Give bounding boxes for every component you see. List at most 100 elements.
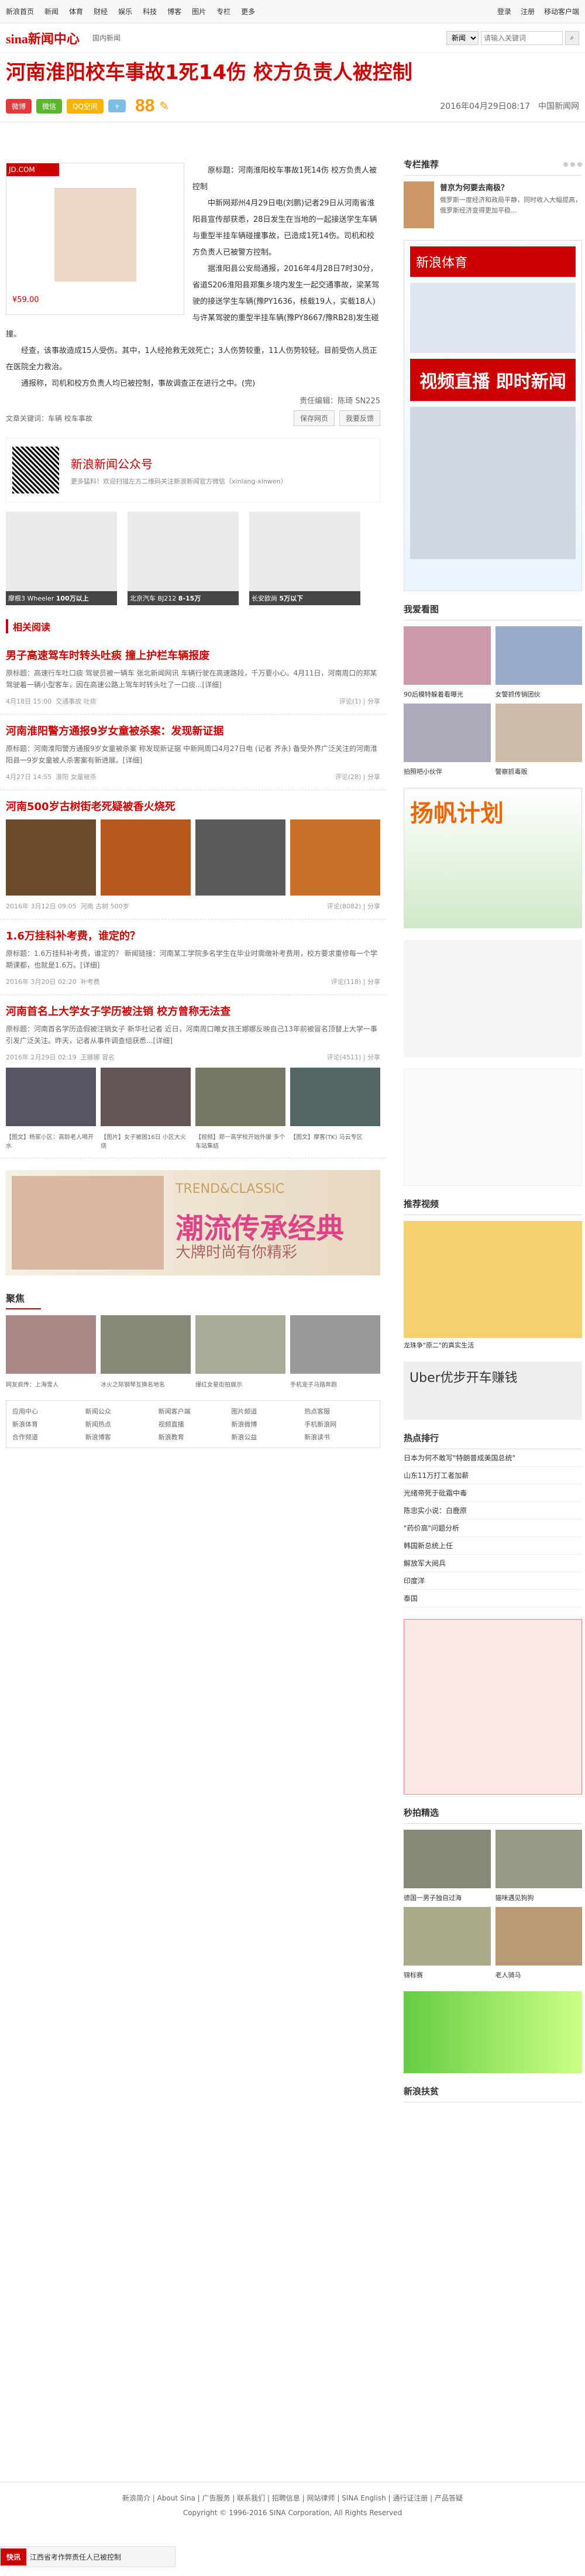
carousel-dot[interactable] bbox=[563, 162, 568, 167]
mobile-link[interactable]: 移动客户端 bbox=[544, 6, 579, 16]
footer-link[interactable]: 热点客服 bbox=[304, 1407, 374, 1416]
news-title[interactable]: 河南首名上大学女子学历被注销 校方曾称无法查 bbox=[6, 1003, 380, 1018]
seconds-caption[interactable]: 锦标赛 bbox=[404, 1970, 491, 1980]
product-ad[interactable]: JD.COM ¥59.00 bbox=[6, 163, 184, 315]
uber-ad[interactable]: Uber优步开车赚钱 bbox=[404, 1361, 582, 1420]
seconds-pic[interactable] bbox=[404, 1830, 491, 1888]
qzone-share-button[interactable]: QQ空间 bbox=[67, 98, 104, 114]
video-thumb[interactable] bbox=[404, 1221, 582, 1338]
focus-caption[interactable]: 网友疯传：上海雪人 bbox=[6, 1380, 96, 1388]
seconds-caption[interactable]: 猫咪遇见狗狗 bbox=[495, 1893, 583, 1902]
like-pic[interactable] bbox=[495, 626, 582, 685]
nav-news[interactable]: 新闻 bbox=[44, 6, 58, 16]
focus-pic[interactable] bbox=[195, 1315, 285, 1374]
news-pic[interactable] bbox=[290, 1068, 380, 1126]
pic-caption[interactable]: 【视频】郑一高学校开始外援 多个车站集结 bbox=[195, 1132, 285, 1150]
footer-link[interactable]: 合作频道 bbox=[12, 1432, 82, 1442]
register-link[interactable]: 注册 bbox=[521, 6, 535, 16]
carousel-dot[interactable] bbox=[577, 162, 582, 167]
news-comments[interactable]: 评论(8082) | 分享 bbox=[327, 901, 380, 911]
hot-item[interactable]: 山东11万打工者加薪 bbox=[404, 1467, 582, 1484]
weibo-share-button[interactable]: 微博 bbox=[6, 98, 32, 114]
news-tags[interactable]: 河南 古树 500岁 bbox=[81, 901, 129, 911]
car-ad[interactable]: 北京汽车 BJ212 8-15万 bbox=[128, 512, 239, 605]
news-comments[interactable]: 评论(1) | 分享 bbox=[339, 697, 380, 706]
motor-ad[interactable] bbox=[404, 940, 582, 1057]
news-title[interactable]: 河南淮阳警方通报9岁女童被杀案：发现新证据 bbox=[6, 723, 380, 738]
news-title[interactable]: 1.6万挂科补考费，谁定的？ bbox=[6, 928, 380, 943]
login-link[interactable]: 登录 bbox=[497, 6, 511, 16]
nav-tech[interactable]: 科技 bbox=[143, 6, 157, 16]
fashion-ad[interactable]: TREND&CLASSIC 潮流传承经典 大牌时尚有你精彩 bbox=[6, 1170, 380, 1275]
focus-caption[interactable]: 冰火之际钢琴互换名地名 bbox=[101, 1380, 191, 1388]
hot-item[interactable]: 解放军大阅兵 bbox=[404, 1555, 582, 1572]
footer-link[interactable]: 图片频道 bbox=[231, 1407, 301, 1416]
sail-plan-ad[interactable]: 扬帆计划 bbox=[404, 788, 582, 928]
footer-link[interactable]: 新闻热点 bbox=[85, 1419, 155, 1429]
hot-item[interactable]: 日本为何不敢写"特朗普成美国总统" bbox=[404, 1449, 582, 1467]
focus-caption[interactable]: 手机宠子马路奔跑 bbox=[290, 1380, 380, 1388]
news-pic[interactable] bbox=[6, 819, 96, 896]
footer-link[interactable]: 新浪体育 bbox=[12, 1419, 82, 1429]
pic-caption[interactable]: 【图文】摩客(TK) 马云专区 bbox=[290, 1132, 380, 1150]
nav-more[interactable]: 更多 bbox=[241, 6, 255, 16]
search-icon[interactable]: ⌕ bbox=[565, 30, 579, 45]
news-tags[interactable]: 交通事故 吐痰 bbox=[56, 697, 97, 706]
like-pic[interactable] bbox=[404, 626, 491, 685]
hot-item[interactable]: 光绪帝死于砒霜中毒 bbox=[404, 1484, 582, 1502]
seconds-caption[interactable]: 德国一男子独自过海 bbox=[404, 1893, 491, 1902]
sina-logo[interactable]: sina新闻中心 bbox=[6, 29, 80, 47]
focus-pic[interactable] bbox=[290, 1315, 380, 1374]
like-caption[interactable]: 警察抓毒贩 bbox=[495, 767, 583, 776]
edit-icon[interactable]: ✎ bbox=[159, 99, 169, 113]
news-tags[interactable]: 淮阳 女童被杀 bbox=[56, 772, 97, 781]
like-pic[interactable] bbox=[495, 704, 582, 762]
nav-photo[interactable]: 图片 bbox=[192, 6, 206, 16]
nav-ent[interactable]: 娱乐 bbox=[118, 6, 132, 16]
seconds-pic[interactable] bbox=[495, 1907, 582, 1966]
footer-link[interactable]: 新浪博客 bbox=[85, 1432, 155, 1442]
breadcrumb[interactable]: 国内新闻 bbox=[92, 33, 121, 43]
wechat-share-button[interactable]: 微信 bbox=[36, 98, 63, 114]
news-comments[interactable]: 评论(4511) | 分享 bbox=[327, 1052, 380, 1062]
hot-item[interactable]: 陈忠实小说：白鹿原 bbox=[404, 1502, 582, 1519]
footer-links[interactable]: 新浪简介 | About Sina | 广告服务 | 联系我们 | 招聘信息 |… bbox=[0, 2493, 585, 2503]
nav-home[interactable]: 新浪首页 bbox=[6, 6, 34, 16]
video-caption[interactable]: 龙珠争"原二"的真实生活 bbox=[404, 1340, 582, 1350]
breaking-news-bar[interactable]: 快讯 江西省考作弊责任人已被控制 bbox=[0, 2546, 176, 2567]
taobao-ad[interactable] bbox=[404, 1619, 582, 1795]
news-pic[interactable] bbox=[101, 819, 191, 896]
footer-link[interactable]: 新浪读书 bbox=[304, 1432, 374, 1442]
save-page-button[interactable]: 保存网页 bbox=[293, 410, 335, 426]
breaking-text[interactable]: 江西省考作弊责任人已被控制 bbox=[30, 2552, 121, 2562]
pic-caption[interactable]: 【图片】女子被困16日 小区大火烧 bbox=[101, 1132, 191, 1150]
sina-sports-ad[interactable]: 新浪体育 视频直播 即时新闻 bbox=[404, 240, 582, 591]
search-input[interactable] bbox=[481, 30, 563, 45]
hot-item[interactable]: "药价高"问题分析 bbox=[404, 1519, 582, 1537]
footer-link[interactable]: 新浪公益 bbox=[231, 1432, 301, 1442]
green-ad[interactable] bbox=[404, 1991, 582, 2073]
like-caption[interactable]: 90后模特躲着看曝光 bbox=[404, 690, 491, 699]
focus-pic[interactable] bbox=[6, 1315, 96, 1374]
search-select[interactable]: 新闻 bbox=[446, 30, 479, 45]
news-title[interactable]: 河南500岁古树街老死疑被香火烧死 bbox=[6, 798, 380, 814]
car-ad[interactable]: 长安欧尚 5万以下 bbox=[249, 512, 360, 605]
footer-link[interactable]: 新浪教育 bbox=[159, 1432, 228, 1442]
like-caption[interactable]: 女警抓传销团伙 bbox=[495, 690, 583, 699]
nav-sports[interactable]: 体育 bbox=[69, 6, 83, 16]
news-pic[interactable] bbox=[195, 1068, 285, 1126]
nav-finance[interactable]: 财经 bbox=[94, 6, 108, 16]
seconds-caption[interactable]: 老人骑马 bbox=[495, 1970, 583, 1980]
news-pic[interactable] bbox=[290, 819, 380, 896]
hot-item[interactable]: 韩国新总统上任 bbox=[404, 1537, 582, 1555]
nav-blog[interactable]: 博客 bbox=[167, 6, 181, 16]
rec-title[interactable]: 普京为何要去南极？ bbox=[440, 181, 582, 193]
avatar[interactable] bbox=[404, 181, 435, 228]
article-source[interactable]: 中国新闻网 bbox=[538, 100, 579, 112]
car-ad[interactable]: 摩根3 Wheeler 100万以上 bbox=[6, 512, 117, 605]
footer-link[interactable]: 手机新浪网 bbox=[304, 1419, 374, 1429]
seconds-pic[interactable] bbox=[495, 1830, 582, 1888]
news-comments[interactable]: 评论(28) | 分享 bbox=[335, 772, 380, 781]
like-caption[interactable]: 拍照吧小伙伴 bbox=[404, 767, 491, 776]
shoe-ad[interactable] bbox=[404, 1069, 582, 1186]
